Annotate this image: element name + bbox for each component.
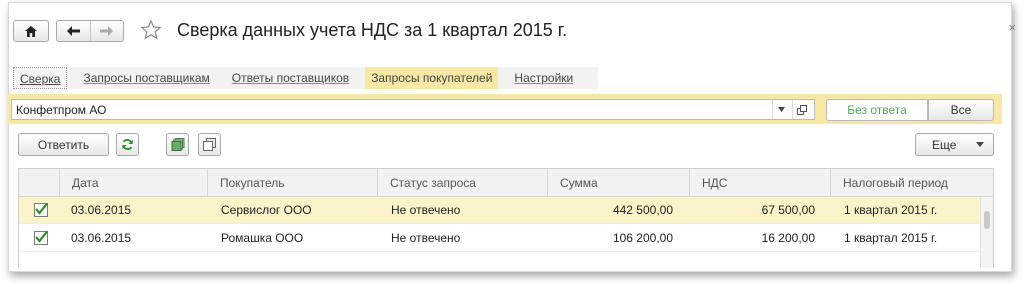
page-title: Сверка данных учета НДС за 1 квартал 201… [177, 20, 568, 40]
header-checkbox-column [19, 169, 59, 197]
reply-button[interactable]: Ответить [18, 133, 109, 156]
cell-tax-period: 1 квартал 2015 г. [844, 231, 938, 245]
tab-settings[interactable]: Настройки [508, 67, 580, 89]
dropdown-arrow-icon[interactable] [772, 100, 790, 119]
table-row[interactable]: 03.06.2015 Ромашка ООО Не отвечено 106 2… [19, 225, 981, 252]
table-scrollbar[interactable] [980, 197, 993, 268]
counterparty-value: Конфетпром АО [16, 103, 107, 117]
cell-sum: 106 200,00 [612, 231, 673, 245]
checkmark-icon [35, 230, 48, 243]
scrollbar-thumb[interactable] [984, 211, 990, 229]
cell-sum: 442 500,00 [612, 203, 673, 217]
copy-button[interactable] [198, 133, 221, 156]
forward-button[interactable] [89, 21, 123, 41]
more-menu-button[interactable]: Еще [915, 133, 994, 156]
close-icon[interactable]: × [1008, 20, 1016, 35]
open-link-icon[interactable] [792, 100, 810, 119]
home-button[interactable] [13, 20, 49, 42]
counterparty-field[interactable]: Конфетпром АО [11, 99, 815, 120]
home-icon [25, 25, 37, 37]
column-header-date[interactable]: Дата [59, 169, 207, 197]
table-row[interactable]: 03.06.2015 Сервислог ООО Не отвечено 442… [19, 197, 981, 224]
arrow-left-icon [66, 26, 80, 36]
documents-button[interactable] [166, 133, 189, 156]
tab-supplier-answers[interactable]: Ответы поставщиков [225, 67, 356, 89]
tab-reconciliation[interactable]: Сверка [13, 67, 68, 89]
arrow-right-icon [100, 26, 114, 36]
cell-tax-period: 1 квартал 2015 г. [844, 203, 938, 217]
checkmark-icon [35, 202, 48, 215]
favorite-star-icon[interactable] [140, 19, 162, 41]
row-checkbox[interactable] [34, 230, 48, 245]
refresh-button[interactable] [116, 133, 139, 156]
cell-buyer: Сервислог ООО [221, 203, 312, 217]
table-header: Дата Покупатель Статус запроса Сумма НДС… [19, 169, 993, 197]
back-button[interactable] [57, 21, 90, 41]
copy-icon [203, 138, 216, 151]
requests-table: Дата Покупатель Статус запроса Сумма НДС… [18, 168, 994, 268]
cell-date: 03.06.2015 [71, 231, 132, 245]
tab-supplier-requests[interactable]: Запросы поставщикам [77, 67, 216, 89]
column-header-tax-period[interactable]: Налоговый период [830, 169, 993, 197]
chevron-down-icon [976, 142, 984, 147]
cell-status: Не отвечено [391, 231, 461, 245]
cell-status: Не отвечено [391, 203, 461, 217]
tab-customer-requests[interactable]: Запросы покупателей [365, 67, 499, 89]
column-header-vat[interactable]: НДС [689, 169, 830, 197]
cell-date: 03.06.2015 [71, 203, 132, 217]
column-header-sum[interactable]: Сумма [547, 169, 689, 197]
cell-vat: 67 500,00 [761, 203, 815, 217]
documents-green-icon [171, 138, 184, 151]
tabs: Сверка Запросы поставщикам Ответы постав… [13, 67, 580, 89]
row-checkbox[interactable] [34, 202, 48, 217]
column-header-status[interactable]: Статус запроса [377, 169, 547, 197]
filter-all-button[interactable]: Все [928, 99, 994, 121]
refresh-icon [122, 139, 133, 150]
cell-vat: 16 200,00 [761, 231, 815, 245]
column-header-buyer[interactable]: Покупатель [207, 169, 377, 197]
cell-buyer: Ромашка ООО [221, 231, 304, 245]
more-label: Еще [932, 137, 957, 152]
navigation-buttons [56, 20, 124, 42]
filter-no-answer-button[interactable]: Без ответа [826, 99, 928, 121]
